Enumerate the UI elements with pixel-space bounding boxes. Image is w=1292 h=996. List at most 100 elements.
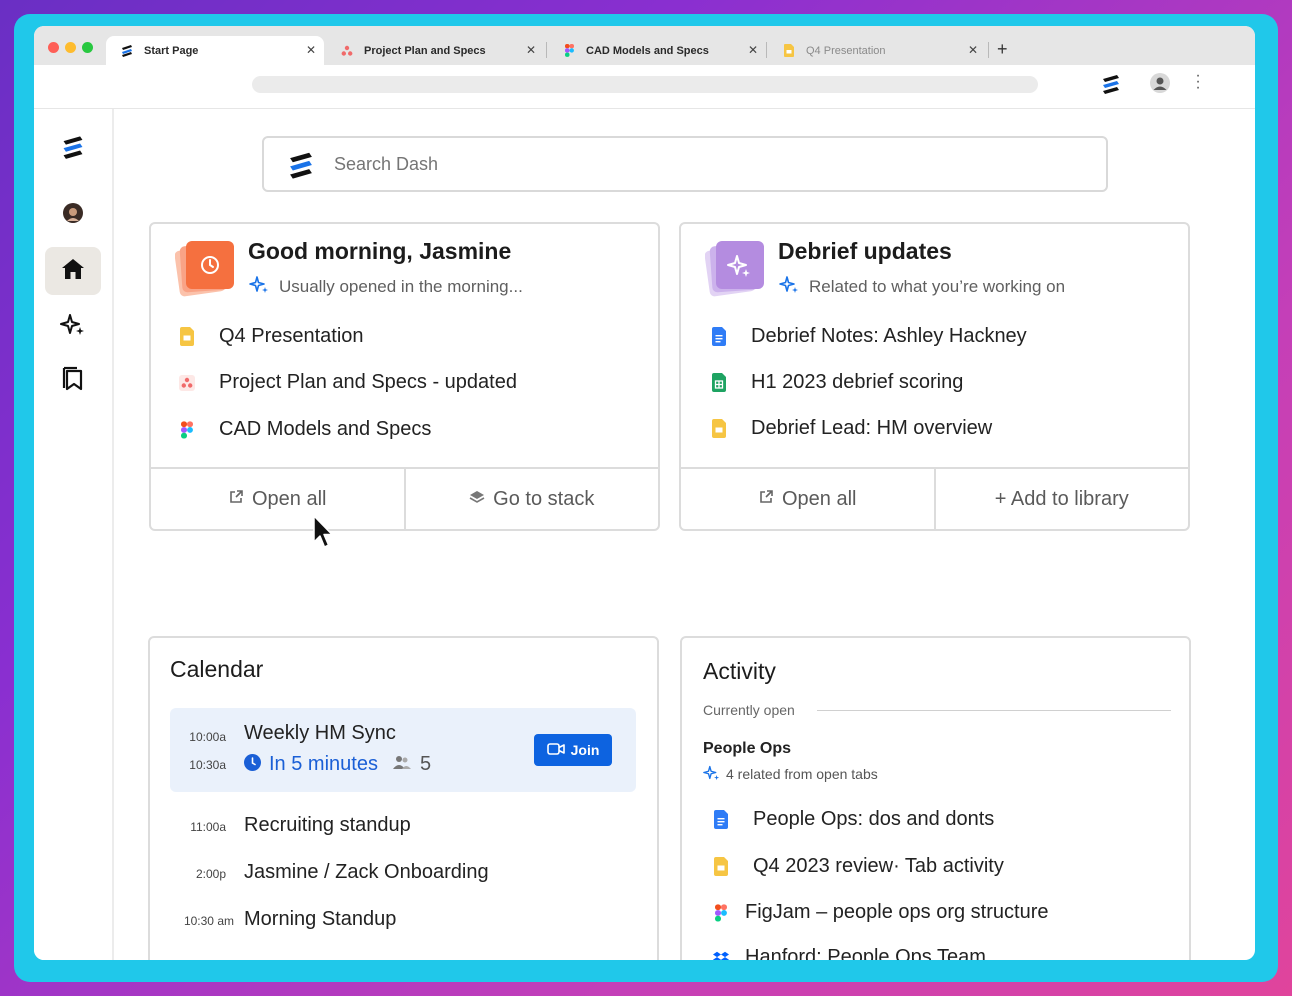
debrief-card-footer: Open all + Add to library: [681, 467, 1188, 529]
join-button[interactable]: Join: [534, 734, 612, 766]
address-bar[interactable]: [252, 76, 1038, 93]
sparkle-icon: [60, 312, 86, 343]
debrief-subtitle-row: Related to what you’re working on: [779, 274, 1065, 299]
dash-extension-icon[interactable]: [1100, 73, 1122, 100]
window-controls: [48, 42, 93, 53]
item-label: CAD Models and Specs: [219, 418, 432, 440]
minimize-window-button[interactable]: [65, 42, 76, 53]
ai-sparkle-icon: [703, 764, 720, 784]
figma-icon: [713, 903, 729, 923]
list-item[interactable]: Hanford: People Ops Team: [713, 946, 986, 960]
sidebar-item-ai[interactable]: [45, 303, 101, 351]
item-label: Q4 2023 review· Tab activity: [753, 855, 1004, 877]
go-to-stack-button[interactable]: Go to stack: [403, 469, 659, 529]
tab-label: Project Plan and Specs: [364, 44, 486, 57]
activity-title: Activity: [703, 658, 776, 684]
calendar-card: Calendar 10:00a 10:30a Weekly HM Sync In…: [148, 636, 659, 960]
event-start-time: 10:00a: [189, 730, 226, 744]
ai-sparkle-stack-icon: [704, 238, 765, 300]
stack-icon: [469, 488, 485, 511]
dash-logo-icon: [120, 44, 134, 58]
open-all-button[interactable]: Open all: [151, 469, 404, 529]
list-item[interactable]: FigJam – people ops org structure: [713, 901, 1049, 924]
event-status-row: In 5 minutes 5: [244, 753, 431, 776]
add-to-library-button[interactable]: + Add to library: [933, 469, 1189, 529]
event-title: Recruiting standup: [244, 814, 411, 836]
item-label: People Ops: dos and donts: [753, 808, 995, 830]
morning-card: Good morning, Jasmine Usually opened in …: [149, 222, 660, 531]
tab-start-page[interactable]: Start Page ✕: [106, 36, 324, 65]
profile-avatar-icon[interactable]: [1150, 73, 1170, 93]
list-item[interactable]: Debrief Notes: Ashley Hackney: [711, 325, 1027, 348]
sidebar-item-stacks[interactable]: [45, 357, 101, 405]
item-label: FigJam – people ops org structure: [745, 901, 1049, 923]
close-window-button[interactable]: [48, 42, 59, 53]
browser-toolbar: · · ·: [34, 65, 1255, 109]
search-bar[interactable]: [262, 136, 1108, 192]
item-label: H1 2023 debrief scoring: [751, 371, 964, 393]
list-item[interactable]: Project Plan and Specs - updated: [179, 371, 517, 394]
more-menu-icon[interactable]: · · ·: [1194, 68, 1202, 96]
mouse-cursor-icon: [312, 514, 336, 555]
list-item[interactable]: Debrief Lead: HM overview: [711, 417, 992, 440]
tab-q4-presentation[interactable]: Q4 Presentation ✕: [768, 36, 986, 65]
item-label: Debrief Notes: Ashley Hackney: [751, 325, 1027, 347]
calendar-event-highlight[interactable]: 10:00a 10:30a Weekly HM Sync In 5 minute…: [170, 708, 636, 792]
event-title: Jasmine / Zack Onboarding: [244, 861, 489, 883]
list-item[interactable]: H1 2023 debrief scoring: [711, 371, 963, 394]
open-external-icon: [758, 488, 774, 511]
dash-logo-icon: [286, 150, 316, 185]
item-label: Hanford: People Ops Team: [745, 946, 986, 960]
asana-icon: [179, 373, 195, 393]
calendar-title: Calendar: [170, 656, 264, 682]
sidebar-item-home[interactable]: [45, 247, 101, 295]
tab-close-icon[interactable]: ✕: [306, 43, 316, 57]
open-external-icon: [228, 488, 244, 511]
join-label: Join: [570, 742, 600, 758]
docs-icon: [713, 810, 729, 830]
slides-icon: [782, 44, 796, 58]
search-input[interactable]: [334, 154, 1034, 175]
debrief-card: Debrief updates Related to what you’re w…: [679, 222, 1190, 531]
currently-open-label: Currently open: [703, 702, 795, 718]
list-item[interactable]: Q4 Presentation: [179, 325, 364, 348]
tab-close-icon[interactable]: ✕: [526, 43, 536, 57]
tab-separator: [766, 42, 767, 58]
slides-icon: [711, 419, 727, 439]
tab-close-icon[interactable]: ✕: [968, 43, 978, 57]
tab-label: CAD Models and Specs: [586, 44, 709, 57]
tab-cad-models[interactable]: CAD Models and Specs ✕: [548, 36, 766, 65]
ai-sparkle-icon: [249, 274, 269, 299]
maximize-window-button[interactable]: [82, 42, 93, 53]
docs-icon: [711, 327, 727, 347]
tab-close-icon[interactable]: ✕: [748, 43, 758, 57]
list-item[interactable]: CAD Models and Specs: [179, 418, 431, 441]
morning-title: Good morning, Jasmine: [248, 238, 512, 264]
event-time: 10:30 am: [183, 914, 234, 928]
attendees-icon: [392, 754, 412, 775]
activity-group-title: People Ops: [703, 740, 792, 757]
item-label: Debrief Lead: HM overview: [751, 417, 993, 439]
related-label: 4 related from open tabs: [726, 766, 878, 782]
tab-label: Q4 Presentation: [806, 44, 886, 57]
event-status: In 5 minutes: [269, 753, 378, 775]
figma-icon: [179, 420, 195, 440]
user-avatar[interactable]: [45, 189, 101, 237]
debrief-subtitle: Related to what you’re working on: [809, 276, 1066, 296]
go-to-stack-label: Go to stack: [493, 487, 595, 510]
dash-logo-icon[interactable]: [45, 123, 101, 171]
open-all-button[interactable]: Open all: [681, 469, 934, 529]
list-item[interactable]: People Ops: dos and donts: [713, 808, 994, 831]
clock-stack-icon: [174, 238, 235, 300]
morning-subtitle-row: Usually opened in the morning...: [249, 274, 523, 299]
attendee-count: 5: [419, 753, 432, 775]
browser-window: Start Page ✕ Project Plan and Specs ✕ CA…: [34, 26, 1255, 960]
event-title: Weekly HM Sync: [244, 722, 396, 744]
list-item[interactable]: Q4 2023 review· Tab activity: [713, 855, 1004, 878]
ai-sparkle-icon: [779, 274, 799, 299]
tab-project-plan[interactable]: Project Plan and Specs ✕: [326, 36, 544, 65]
new-tab-button[interactable]: +: [997, 39, 1008, 60]
add-to-library-label: + Add to library: [994, 487, 1129, 510]
related-row: 4 related from open tabs: [703, 764, 878, 784]
clock-icon: [244, 753, 261, 776]
